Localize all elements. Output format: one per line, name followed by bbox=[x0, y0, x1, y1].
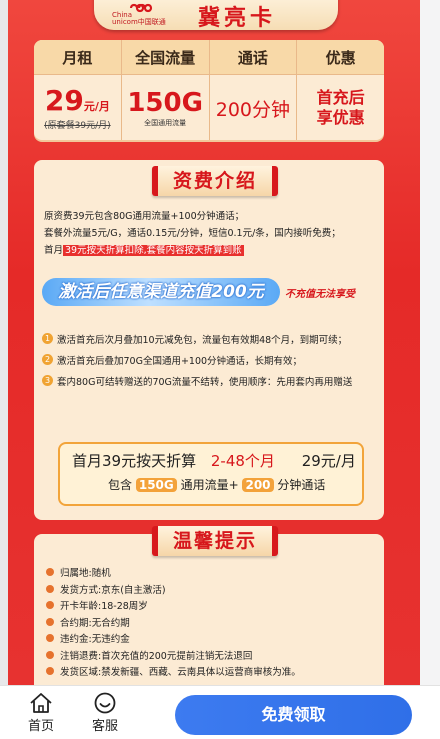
bottom-nav-bar: 首页 客服 免费领取 bbox=[0, 685, 440, 739]
header-call: 通话 bbox=[210, 40, 298, 74]
tip-text: 开卡年龄:18-28周岁 bbox=[60, 601, 148, 613]
deal-line1: 首月39元按天折算 2-48个月 29元/月 bbox=[72, 450, 356, 471]
nav-service-label: 客服 bbox=[91, 719, 118, 734]
brand-en-line2: unicom中国联通 bbox=[112, 18, 166, 26]
fee-intro-section: 资费介绍 原资费39元包含80G通用流量+100分钟通话； 套餐外流量5元/G，… bbox=[34, 160, 384, 520]
list-item: 发货方式:京东(自主激活) bbox=[46, 581, 376, 598]
intro-line3: 首月 39元按天折算扣除,套餐内容按天折算到账 bbox=[44, 242, 374, 259]
tips-list: 归属地:随机 发货方式:京东(自主激活) 开卡年龄:18-28周岁 合约期:无合… bbox=[46, 564, 376, 680]
card-name: 冀亮卡 bbox=[198, 6, 277, 31]
smile-chat-icon bbox=[94, 692, 116, 714]
price-value: 29 bbox=[44, 83, 84, 117]
rebate-banner: 激活后任意渠道充值200元 不充值无法享受 bbox=[42, 278, 376, 306]
bullet-icon bbox=[46, 584, 54, 593]
deal-monthly-price: 29元/月 bbox=[301, 452, 356, 470]
original-price: (原套餐39元/月) bbox=[44, 120, 111, 131]
list-item: 2 激活首充后叠加70G全国通用+100分钟通话，长期有效； bbox=[42, 349, 378, 370]
rebate-note: 不充值无法享受 bbox=[285, 289, 355, 300]
nav-home-label: 首页 bbox=[27, 719, 54, 734]
bullet-icon bbox=[46, 568, 54, 577]
tip-text: 注销退费:首次充值的200元提前注销无法退回 bbox=[60, 650, 253, 662]
deal-first-month: 首月39元按天折算 bbox=[72, 452, 197, 470]
monthly-cell: 29元/月 (原套餐39元/月) bbox=[34, 75, 122, 140]
benefit-list: 1 激活首充后次月叠加10元减免包，流量包有效期48个月，到期可续； 2 激活首… bbox=[42, 328, 378, 391]
promo-cell: 首充后 享优惠 bbox=[297, 75, 384, 140]
list-item: 1 激活首充后次月叠加10元减免包，流量包有效期48个月，到期可续； bbox=[42, 328, 378, 349]
price-table: 月租 全国流量 通话 优惠 29元/月 (原套餐39元/月) 150G 全国通用… bbox=[34, 40, 384, 140]
deal-line2: 包含 150G 通用流量+ 200 分钟通话 bbox=[108, 476, 325, 493]
tip-text: 归属地:随机 bbox=[60, 568, 111, 580]
nav-home-button[interactable]: 首页 bbox=[18, 692, 64, 734]
deal-flow-pill: 150G bbox=[135, 478, 177, 492]
deal-summary-box: 首月39元按天折算 2-48个月 29元/月 包含 150G 通用流量+ 200… bbox=[58, 442, 364, 506]
list-item: 合约期:无合约期 bbox=[46, 614, 376, 631]
brand-plaque: China unicom中国联通 冀亮卡 bbox=[94, 0, 338, 31]
tips-section: 温馨提示 归属地:随机 发货方式:京东(自主激活) 开卡年龄:18-28周岁 合… bbox=[34, 526, 384, 685]
deal-minutes-label: 分钟通话 bbox=[277, 478, 326, 492]
tip-text: 发货区域:禁发新疆、西藏、云南具体以运营商审核为准。 bbox=[60, 667, 301, 679]
page-gutter bbox=[420, 0, 440, 685]
header-flow: 全国流量 bbox=[122, 40, 210, 74]
header-promo: 优惠 bbox=[325, 48, 356, 67]
list-item-text: 套内80G可结转赠送的70G流量不结转，使用顺序：先用套内再用赠送 bbox=[57, 376, 353, 388]
bullet-icon bbox=[46, 667, 54, 676]
header-monthly: 月租 bbox=[34, 40, 122, 74]
call-cell: 200分钟 bbox=[210, 75, 298, 140]
intro-line2: 套餐外流量5元/G，通话0.15元/分钟，短信0.1元/条，国内接听免费； bbox=[44, 228, 341, 239]
bullet-icon bbox=[46, 601, 54, 610]
list-item-text: 激活首充后叠加70G全国通用+100分钟通话，长期有效； bbox=[57, 355, 303, 367]
bullet-icon bbox=[46, 650, 54, 659]
deal-includes: 包含 bbox=[108, 478, 133, 492]
free-claim-button[interactable]: 免费领取 bbox=[175, 695, 412, 735]
number-badge: 3 bbox=[42, 375, 53, 386]
tip-text: 合约期:无合约期 bbox=[60, 617, 130, 629]
bullet-icon bbox=[46, 634, 54, 643]
intro-line3-prefix: 首月 bbox=[44, 245, 64, 256]
bullet-icon bbox=[46, 617, 54, 626]
fee-intro-title: 资费介绍 bbox=[152, 166, 278, 196]
fee-intro-text: 原资费39元包含80G通用流量+100分钟通话； 套餐外流量5元/G，通话0.1… bbox=[44, 208, 374, 259]
number-badge: 2 bbox=[42, 354, 53, 365]
intro-line1: 原资费39元包含80G通用流量+100分钟通话； bbox=[44, 211, 245, 222]
promo-line2: 享优惠 bbox=[316, 108, 365, 127]
deal-months: 2-48个月 bbox=[210, 452, 275, 470]
flow-value: 150G bbox=[127, 88, 203, 118]
home-icon bbox=[30, 693, 52, 713]
rebate-text: 激活后任意渠道充值200元 bbox=[42, 278, 280, 306]
list-item: 开卡年龄:18-28周岁 bbox=[46, 597, 376, 614]
list-item: 违约金:无违约金 bbox=[46, 630, 376, 647]
list-item: 发货区域:禁发新疆、西藏、云南具体以运营商审核为准。 bbox=[46, 663, 376, 680]
price-table-header: 月租 全国流量 通话 优惠 bbox=[34, 40, 384, 75]
tips-title: 温馨提示 bbox=[152, 526, 278, 556]
list-item: 3 套内80G可结转赠送的70G流量不结转，使用顺序：先用套内再用赠送 bbox=[42, 370, 378, 391]
nav-service-button[interactable]: 客服 bbox=[82, 692, 128, 734]
list-item: 归属地:随机 bbox=[46, 564, 376, 581]
list-item-text: 激活首充后次月叠加10元减免包，流量包有效期48个月，到期可续； bbox=[57, 334, 348, 346]
brand-english: China unicom中国联通 bbox=[112, 12, 166, 26]
flow-cell: 150G 全国通用流量 bbox=[122, 75, 210, 140]
price-table-values: 29元/月 (原套餐39元/月) 150G 全国通用流量 200分钟 首充后 享… bbox=[34, 75, 384, 140]
number-badge: 1 bbox=[42, 333, 53, 344]
list-item: 注销退费:首次充值的200元提前注销无法退回 bbox=[46, 647, 376, 664]
deal-flow-label: 通用流量+ bbox=[180, 478, 239, 492]
price-unit: 元/月 bbox=[83, 99, 110, 113]
flow-subtitle: 全国通用流量 bbox=[144, 119, 187, 127]
deal-minutes-pill: 200 bbox=[242, 478, 274, 492]
tip-text: 发货方式:京东(自主激活) bbox=[60, 584, 166, 596]
promo-line1: 首充后 bbox=[316, 88, 365, 107]
product-poster: China unicom中国联通 冀亮卡 月租 全国流量 通话 优惠 29元/月… bbox=[8, 0, 420, 685]
intro-line3-highlight: 39元按天折算扣除,套餐内容按天折算到账 bbox=[63, 245, 244, 256]
call-value: 200分钟 bbox=[215, 98, 290, 121]
tip-text: 违约金:无违约金 bbox=[60, 634, 130, 646]
